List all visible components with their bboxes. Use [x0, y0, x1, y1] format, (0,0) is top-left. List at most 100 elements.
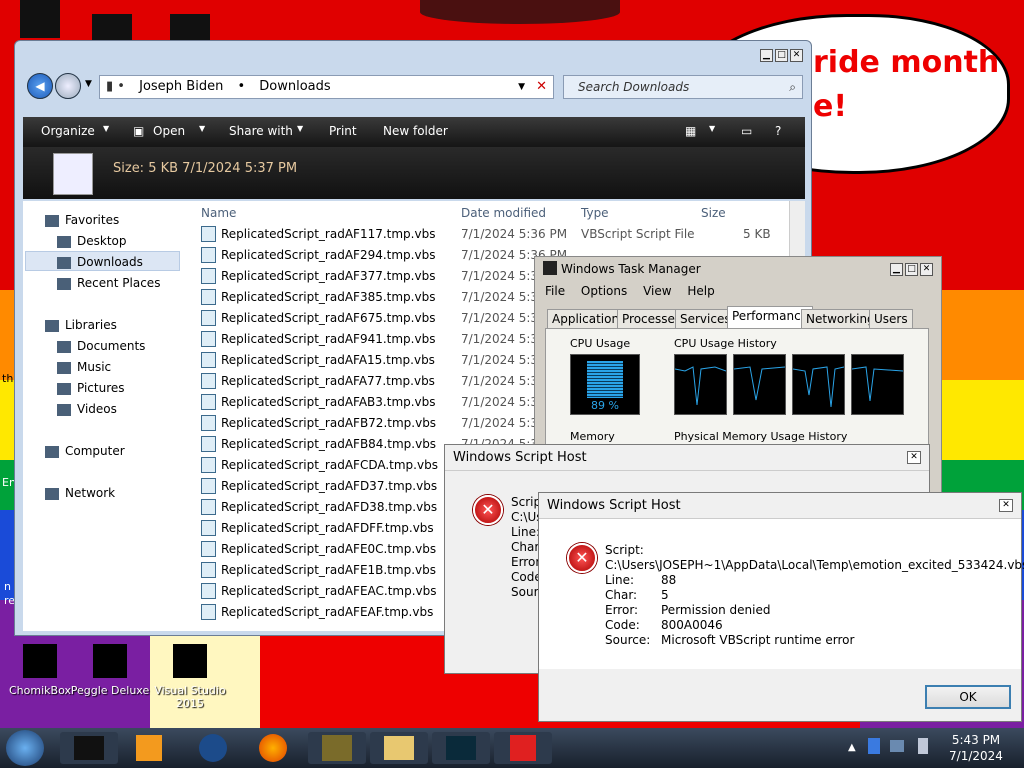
nav-label: Computer — [65, 444, 125, 458]
open-button[interactable]: Open — [153, 124, 185, 138]
menu-help[interactable]: Help — [687, 284, 714, 298]
tab-users[interactable]: Users — [869, 309, 913, 328]
window-controls: ▁ □ ✕ — [760, 49, 803, 62]
close-button[interactable]: ✕ — [790, 49, 803, 62]
breadcrumb-downloads[interactable]: Downloads — [259, 79, 330, 94]
address-bar[interactable]: ▮ • Joseph Biden • Downloads ▼ ✕ — [99, 75, 554, 99]
chevron-up-icon[interactable]: ▲ — [848, 742, 856, 753]
menu-view[interactable]: View — [643, 284, 671, 298]
chevron-down-icon[interactable]: ▼ — [85, 79, 92, 89]
minimize-button[interactable]: ▁ — [760, 49, 773, 62]
file-name: ReplicatedScript_radAF385.tmp.vbs — [221, 290, 436, 304]
search-input[interactable]: Search Downloads ⌕ — [563, 75, 803, 99]
search-icon[interactable]: ⌕ — [789, 76, 796, 98]
nav-bar: ◀ ▼ ▮ • Joseph Biden • Downloads ▼ ✕ Sea… — [23, 69, 803, 103]
dialog-title: Windows Script Host — [539, 493, 1021, 519]
nav-label: Recent Places — [77, 276, 161, 290]
file-date: 7/1/2024 5:34 — [461, 269, 546, 283]
nav-desktop[interactable]: Desktop — [57, 234, 127, 248]
vbs-file-icon — [201, 373, 216, 389]
desktop-icon-visual-studio[interactable]: Visual Studio 2015 — [150, 644, 230, 710]
start-button[interactable] — [6, 730, 44, 766]
line-label: Line: — [605, 573, 635, 587]
share-with-button[interactable]: Share with — [229, 124, 293, 138]
back-button[interactable]: ◀ — [27, 73, 53, 99]
nav-network[interactable]: Network — [45, 486, 115, 500]
taskbar-app[interactable] — [370, 732, 428, 764]
taskbar-app[interactable] — [120, 732, 178, 764]
file-size: 5 KB — [743, 227, 771, 241]
view-icon[interactable]: ▦ — [685, 124, 696, 138]
vbs-file-icon — [201, 457, 216, 473]
nav-libraries[interactable]: Libraries — [45, 318, 117, 332]
ok-label: OK — [959, 690, 977, 704]
wallpaper-shape — [420, 0, 620, 24]
column-date-modified[interactable]: Date modified — [461, 206, 546, 220]
desktop-icon-chomikbox[interactable]: ChomikBox — [0, 644, 80, 697]
nav-videos[interactable]: Videos — [57, 402, 117, 416]
maximize-button[interactable]: □ — [775, 49, 788, 62]
maximize-button[interactable]: □ — [905, 263, 918, 276]
minimize-button[interactable]: ▁ — [890, 263, 903, 276]
chevron-down-icon[interactable]: ▼ — [103, 124, 109, 133]
taskbar-app[interactable] — [184, 732, 242, 764]
breadcrumb-user[interactable]: Joseph Biden — [139, 79, 223, 94]
network-icon[interactable] — [890, 740, 904, 752]
new-folder-button[interactable]: New folder — [383, 124, 448, 138]
clock[interactable]: 5:43 PM 7/1/2024 — [940, 732, 1012, 764]
firefox-icon — [259, 734, 287, 762]
nav-computer[interactable]: Computer — [45, 444, 125, 458]
nav-label: Downloads — [77, 255, 143, 269]
organize-button[interactable]: Organize — [41, 124, 95, 138]
desktop-icon-top[interactable] — [170, 14, 210, 40]
column-size[interactable]: Size — [701, 206, 726, 220]
close-button[interactable]: ✕ — [907, 451, 921, 464]
nav-music[interactable]: Music — [57, 360, 111, 374]
file-date: 7/1/2024 5:33 — [461, 332, 546, 346]
column-type[interactable]: Type — [581, 206, 609, 220]
vbs-file-icon — [201, 226, 216, 242]
chevron-down-icon[interactable]: ▼ — [709, 124, 715, 133]
file-name: ReplicatedScript_radAFA77.tmp.vbs — [221, 374, 435, 388]
menu-file[interactable]: File — [545, 284, 565, 298]
help-icon[interactable]: ? — [775, 124, 781, 138]
volume-icon[interactable] — [918, 738, 928, 754]
file-name: ReplicatedScript_radAFCDA.tmp.vbs — [221, 458, 438, 472]
tab-networking[interactable]: Networking — [801, 309, 880, 328]
ok-button[interactable]: OK — [925, 685, 1011, 709]
file-name: ReplicatedScript_radAFE1B.tmp.vbs — [221, 563, 437, 577]
chevron-down-icon[interactable]: ▼ — [199, 124, 205, 133]
tray-icon[interactable] — [868, 738, 880, 754]
desktop-icon-top[interactable] — [20, 0, 60, 38]
nav-favorites[interactable]: Favorites — [45, 213, 119, 227]
close-button[interactable]: ✕ — [920, 263, 933, 276]
open-icon: ▣ — [133, 124, 145, 138]
taskbar-app[interactable] — [244, 732, 302, 764]
chevron-down-icon[interactable]: ▼ — [518, 76, 525, 98]
taskbar-app[interactable] — [432, 732, 490, 764]
nav-pictures[interactable]: Pictures — [57, 381, 125, 395]
vbs-file-icon — [201, 310, 216, 326]
file-date: 7/1/2024 5:36 PM — [461, 227, 568, 241]
taskbar-app[interactable] — [494, 732, 552, 764]
globe-icon — [199, 734, 227, 762]
close-button[interactable]: ✕ — [999, 499, 1013, 512]
clear-icon[interactable]: ✕ — [536, 76, 547, 98]
taskbar-app[interactable] — [308, 732, 366, 764]
print-button[interactable]: Print — [329, 124, 357, 138]
forward-button[interactable] — [55, 73, 81, 99]
desktop-icon-peggle[interactable]: Peggle Deluxe — [70, 644, 150, 697]
nav-documents[interactable]: Documents — [57, 339, 145, 353]
chevron-down-icon[interactable]: ▼ — [297, 124, 303, 133]
desktop-icon-top[interactable] — [92, 14, 132, 40]
taskbar-app[interactable] — [60, 732, 118, 764]
nav-recent-places[interactable]: Recent Places — [57, 276, 160, 290]
column-name[interactable]: Name — [201, 206, 236, 220]
nav-downloads[interactable]: Downloads — [57, 255, 143, 269]
menu-options[interactable]: Options — [581, 284, 627, 298]
line-value: 88 — [661, 573, 677, 587]
vbs-file-icon — [201, 352, 216, 368]
preview-pane-icon[interactable]: ▭ — [741, 124, 752, 138]
file-row[interactable]: ReplicatedScript_radAF117.tmp.vbs 7/1/202… — [193, 224, 805, 245]
file-date: 7/1/2024 5:37 — [461, 353, 546, 367]
